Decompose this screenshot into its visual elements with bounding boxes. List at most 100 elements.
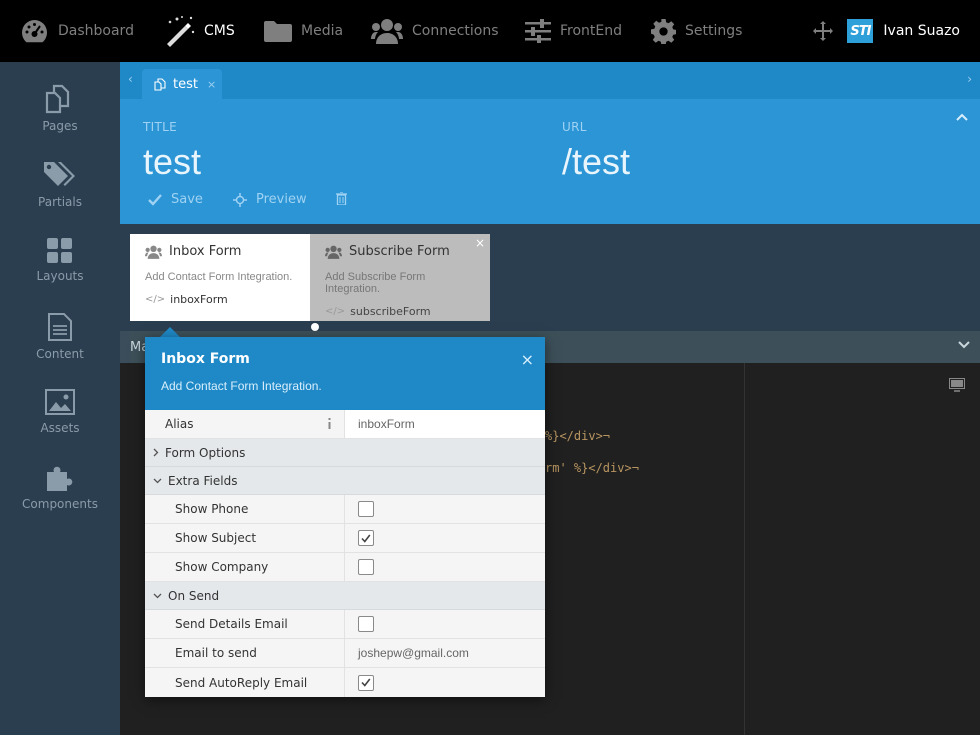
group-label: Extra Fields [168,473,238,488]
sidebar-item-pages[interactable]: Pages [0,84,120,160]
tab-test[interactable]: test × [142,69,222,99]
nav-item-frontend[interactable]: FrontEnd [525,0,622,62]
sliders-icon [525,19,551,43]
nav-item-dashboard[interactable]: Dashboard [20,0,134,62]
dashboard-icon [22,20,47,43]
group-on-send[interactable]: On Send [145,582,545,610]
chevron-down-icon[interactable] [958,341,970,349]
component-card-subscribe-form[interactable]: Subscribe Form Add Subscribe Form Integr… [310,234,490,321]
popup-pointer [160,327,180,337]
folder-icon [264,21,292,42]
component-name: Inbox Form [169,244,242,259]
sidebar-item-label: Layouts [36,269,84,283]
check-icon [148,193,162,206]
nav-item-settings[interactable]: Settings [651,0,742,62]
component-alias: inboxForm [170,293,228,306]
tab-label: test [173,76,198,92]
title-label: TITLE [143,120,177,134]
nav-label: Connections [412,23,499,39]
monitor-icon[interactable] [949,378,965,392]
component-card-inbox-form[interactable]: Inbox Form Add Contact Form Integration.… [130,234,310,321]
user-logo: STI [847,19,874,43]
show-company-checkbox[interactable] [358,559,374,575]
editor-split-divider[interactable] [744,363,745,735]
popup-close-icon[interactable]: × [521,350,534,369]
email-to-send-input[interactable]: joshepw@gmail.com [345,639,545,667]
connector-dot [311,323,319,331]
nav-label: Media [301,23,344,39]
sidebar: Pages Partials Layouts Content Assets Co… [0,62,120,735]
sidebar-item-assets[interactable]: Assets [0,388,120,464]
property-label: Show Company [145,553,345,581]
send-autoreply-email-checkbox[interactable] [358,674,374,691]
alias-label: Alias [165,417,194,431]
property-label: Send Details Email [145,610,345,638]
components-area: Inbox Form Add Contact Form Integration.… [120,224,980,331]
preview-button[interactable]: Preview [233,192,307,207]
nav-item-connections[interactable]: Connections [371,0,499,62]
group-label: Form Options [165,445,246,460]
show-phone-checkbox[interactable] [358,501,374,517]
sidebar-item-components[interactable]: Components [0,464,120,540]
page-form-header: TITLE test URL /test Save Preview [120,99,980,224]
property-row-alias: Alias inboxForm [145,410,545,439]
nav-item-cms[interactable]: CMS [163,0,235,62]
user-menu[interactable]: STI Ivan Suazo [847,0,960,62]
component-close-icon[interactable]: × [475,236,485,250]
info-icon[interactable] [327,418,332,429]
sidebar-item-label: Partials [38,195,82,209]
checkmark-icon [361,678,371,687]
save-button[interactable]: Save [148,192,203,207]
tab-close-icon[interactable]: × [207,78,216,91]
group-label: On Send [168,588,220,603]
popup-title: Inbox Form [161,351,250,367]
nav-label: Dashboard [58,23,134,39]
show-subject-checkbox[interactable] [358,530,374,546]
property-label: Show Subject [145,524,345,552]
users-icon [371,19,403,44]
layouts-icon [47,238,72,263]
crosshair-icon [233,192,247,207]
code-line: rm' %}</div>¬ [545,461,639,475]
tab-scroll-left[interactable]: ‹ [128,72,133,86]
sidebar-item-partials[interactable]: Partials [0,160,120,236]
group-extra-fields[interactable]: Extra Fields [145,467,545,495]
popup-description: Add Contact Form Integration. [161,379,322,393]
sidebar-item-label: Pages [42,119,78,133]
nav-label: Settings [685,23,743,39]
property-row-show-subject: Show Subject [145,524,545,553]
url-input[interactable]: /test [562,141,630,183]
alias-input[interactable]: inboxForm [345,410,545,438]
popup-header: Inbox Form Add Contact Form Integration.… [145,337,545,410]
property-row-show-phone: Show Phone [145,495,545,524]
preview-label: Preview [256,192,307,207]
url-label: URL [562,120,587,134]
page-icon [154,77,166,91]
sidebar-item-label: Components [22,497,98,511]
user-name: Ivan Suazo [883,23,960,39]
component-description: Add Contact Form Integration. [145,271,293,283]
tab-scroll-right[interactable]: › [967,72,972,86]
sidebar-item-label: Assets [40,421,80,435]
property-label: Email to send [145,639,345,667]
top-navigation-bar: Dashboard CMS Media Connections FrontEnd… [0,0,980,62]
users-icon [145,245,162,259]
move-icon[interactable] [813,21,833,41]
group-form-options[interactable]: Form Options [145,439,545,467]
magic-wand-icon [167,16,195,47]
sidebar-item-content[interactable]: Content [0,312,120,388]
users-icon [325,245,342,259]
sidebar-item-layouts[interactable]: Layouts [0,236,120,312]
code-icon: </> [325,306,346,317]
title-input[interactable]: test [143,141,201,183]
save-label: Save [171,192,203,207]
property-row-email-to-send: Email to send joshepw@gmail.com [145,639,545,668]
delete-button[interactable] [336,192,356,205]
component-inspector-popup: Inbox Form Add Contact Form Integration.… [145,337,545,697]
nav-label: CMS [204,23,235,39]
nav-item-media[interactable]: Media [264,0,343,62]
image-icon [45,389,75,415]
chevron-up-icon[interactable] [956,113,968,121]
gear-icon [651,18,676,44]
send-details-email-checkbox[interactable] [358,616,374,632]
